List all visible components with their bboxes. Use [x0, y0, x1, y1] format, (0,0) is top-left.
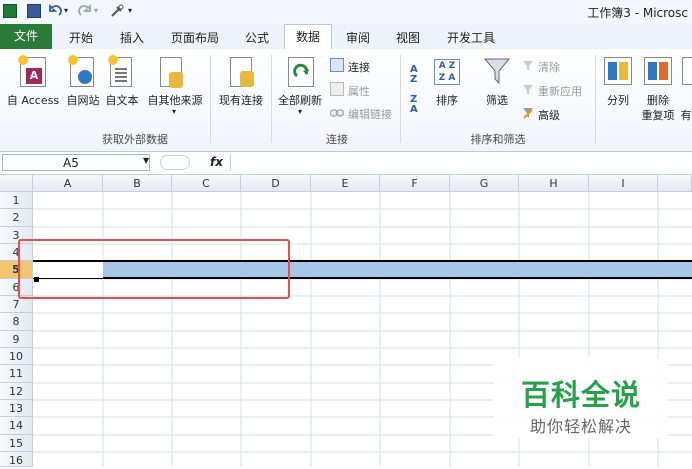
excel-logo-icon [3, 4, 17, 18]
row-header[interactable]: 13 [0, 400, 33, 417]
watermark-subtitle: 助你轻松解决 [529, 417, 632, 436]
column-header[interactable]: E [311, 175, 380, 192]
annotation-highlight-box [18, 239, 290, 299]
filter-button[interactable]: 筛选 [482, 92, 512, 108]
column-header[interactable]: A [33, 175, 103, 192]
text-to-columns-button[interactable]: 分列 [602, 92, 634, 108]
row-header[interactable]: 14 [0, 417, 33, 435]
access-icon: A [18, 55, 46, 87]
redo-icon[interactable] [78, 3, 92, 18]
title-bar: ▾ ▾ ▾ 工作簿3 - Microsc [0, 0, 692, 25]
group-connections: 连接 [326, 133, 348, 146]
watermark-title: 百科全说 [520, 378, 641, 412]
row-header[interactable]: 16 [0, 452, 33, 467]
row-header[interactable]: 12 [0, 383, 33, 400]
save-icon[interactable] [27, 4, 41, 18]
formula-bar-expand-icon[interactable] [160, 155, 190, 170]
column-header[interactable]: H [519, 175, 589, 192]
clear-filter-icon [522, 60, 534, 72]
name-box[interactable]: A5 ▼ [2, 154, 150, 171]
advanced-button[interactable]: 高级 [538, 107, 560, 123]
existing-connections-icon [230, 57, 254, 87]
column-header-partial[interactable] [658, 175, 692, 192]
ribbon-separator [210, 55, 211, 143]
tab-home[interactable]: 开始 [62, 28, 100, 49]
sort-descending-icon[interactable]: ZA [410, 95, 426, 115]
ribbon-separator [271, 55, 272, 143]
tab-page-layout[interactable]: 页面布局 [166, 28, 224, 49]
column-header[interactable]: F [380, 175, 450, 192]
edit-links-button[interactable]: 编辑链接 [348, 106, 392, 122]
column-header[interactable]: C [172, 175, 241, 192]
ribbon-separator [400, 55, 401, 143]
name-box-value: A5 [63, 156, 79, 170]
refresh-dropdown-icon[interactable]: ▾ [294, 107, 306, 116]
select-all-corner[interactable] [0, 175, 33, 192]
ribbon-separator [595, 55, 596, 143]
connections-button[interactable]: 连接 [348, 59, 370, 75]
existing-connections-button[interactable]: 现有连接 [214, 92, 268, 108]
column-header[interactable]: D [241, 175, 311, 192]
tab-data[interactable]: 数据 [284, 24, 332, 50]
filter-icon [483, 57, 511, 85]
refresh-all-icon [288, 57, 314, 87]
tab-file[interactable]: 文件 [0, 24, 52, 49]
sort-button[interactable]: 排序 [433, 92, 461, 108]
data-validation-icon [682, 57, 692, 85]
qat-dropdown-icon[interactable]: ▾ [128, 4, 142, 18]
ribbon: A 自 Access 自网站 自文本 自其他来源 ▾ 现有连接 获取外部数据 全… [0, 49, 692, 152]
properties-icon [330, 82, 344, 96]
tab-insert[interactable]: 插入 [112, 28, 152, 49]
row-header[interactable]: 9 [0, 331, 33, 348]
remove-duplicates-label: 重复项 [641, 109, 675, 122]
column-header[interactable]: G [450, 175, 519, 192]
refresh-all-button[interactable]: 全部刷新 [274, 92, 326, 108]
redo-dropdown-icon[interactable]: ▾ [94, 4, 108, 18]
from-other-sources-button[interactable]: 自其他来源 [144, 92, 206, 108]
properties-button[interactable]: 属性 [348, 83, 370, 99]
row-header[interactable]: 8 [0, 313, 33, 331]
formula-input[interactable] [230, 154, 692, 171]
edit-links-icon [329, 107, 345, 117]
reapply-button[interactable]: 重新应用 [538, 83, 582, 99]
tab-view[interactable]: 视图 [388, 28, 428, 49]
group-get-external-data: 获取外部数据 [102, 133, 168, 146]
tab-formulas[interactable]: 公式 [236, 28, 278, 49]
tools-icon[interactable] [110, 4, 124, 18]
advanced-filter-icon [522, 107, 534, 119]
formula-bar: A5 ▼ fx [0, 152, 692, 175]
tab-developer[interactable]: 开发工具 [440, 28, 502, 49]
other-sources-icon [160, 57, 183, 88]
from-access-button[interactable]: 自 Access [4, 92, 62, 108]
undo-dropdown-icon[interactable]: ▾ [64, 4, 78, 18]
row-header[interactable]: 10 [0, 348, 33, 365]
from-text-button[interactable]: 自文本 [103, 92, 141, 108]
tab-review[interactable]: 审阅 [338, 28, 378, 49]
column-header[interactable]: B [103, 175, 172, 192]
text-to-columns-icon [604, 57, 632, 85]
row-header[interactable]: 1 [0, 192, 33, 209]
row-header[interactable]: 11 [0, 365, 33, 383]
web-icon [68, 55, 94, 87]
text-file-icon [108, 55, 132, 87]
row-header[interactable]: 15 [0, 435, 33, 452]
other-sources-dropdown-icon[interactable]: ▾ [168, 107, 180, 116]
insert-function-icon[interactable]: fx [210, 155, 223, 169]
sort-ascending-icon[interactable]: AZ [410, 65, 426, 85]
name-box-dropdown-icon[interactable]: ▼ [143, 156, 149, 165]
from-web-button[interactable]: 自网站 [62, 92, 104, 108]
column-header[interactable]: I [589, 175, 658, 192]
undo-icon[interactable] [48, 3, 62, 18]
sort-dialog-icon: A ZZ A [434, 59, 460, 85]
group-sort-filter: 排序和筛选 [470, 133, 526, 146]
partial-ribbon-label: 有 [680, 109, 692, 122]
remove-duplicates-icon [644, 57, 672, 85]
watermark: 百科全说 助你轻松解决 [494, 358, 668, 438]
remove-duplicates-button[interactable]: 删除 [640, 92, 676, 108]
reapply-icon [522, 84, 534, 96]
clear-button[interactable]: 清除 [538, 59, 560, 75]
window-title: 工作簿3 - Microsc [587, 6, 688, 20]
connections-icon [330, 58, 344, 72]
row-header[interactable]: 2 [0, 209, 33, 227]
